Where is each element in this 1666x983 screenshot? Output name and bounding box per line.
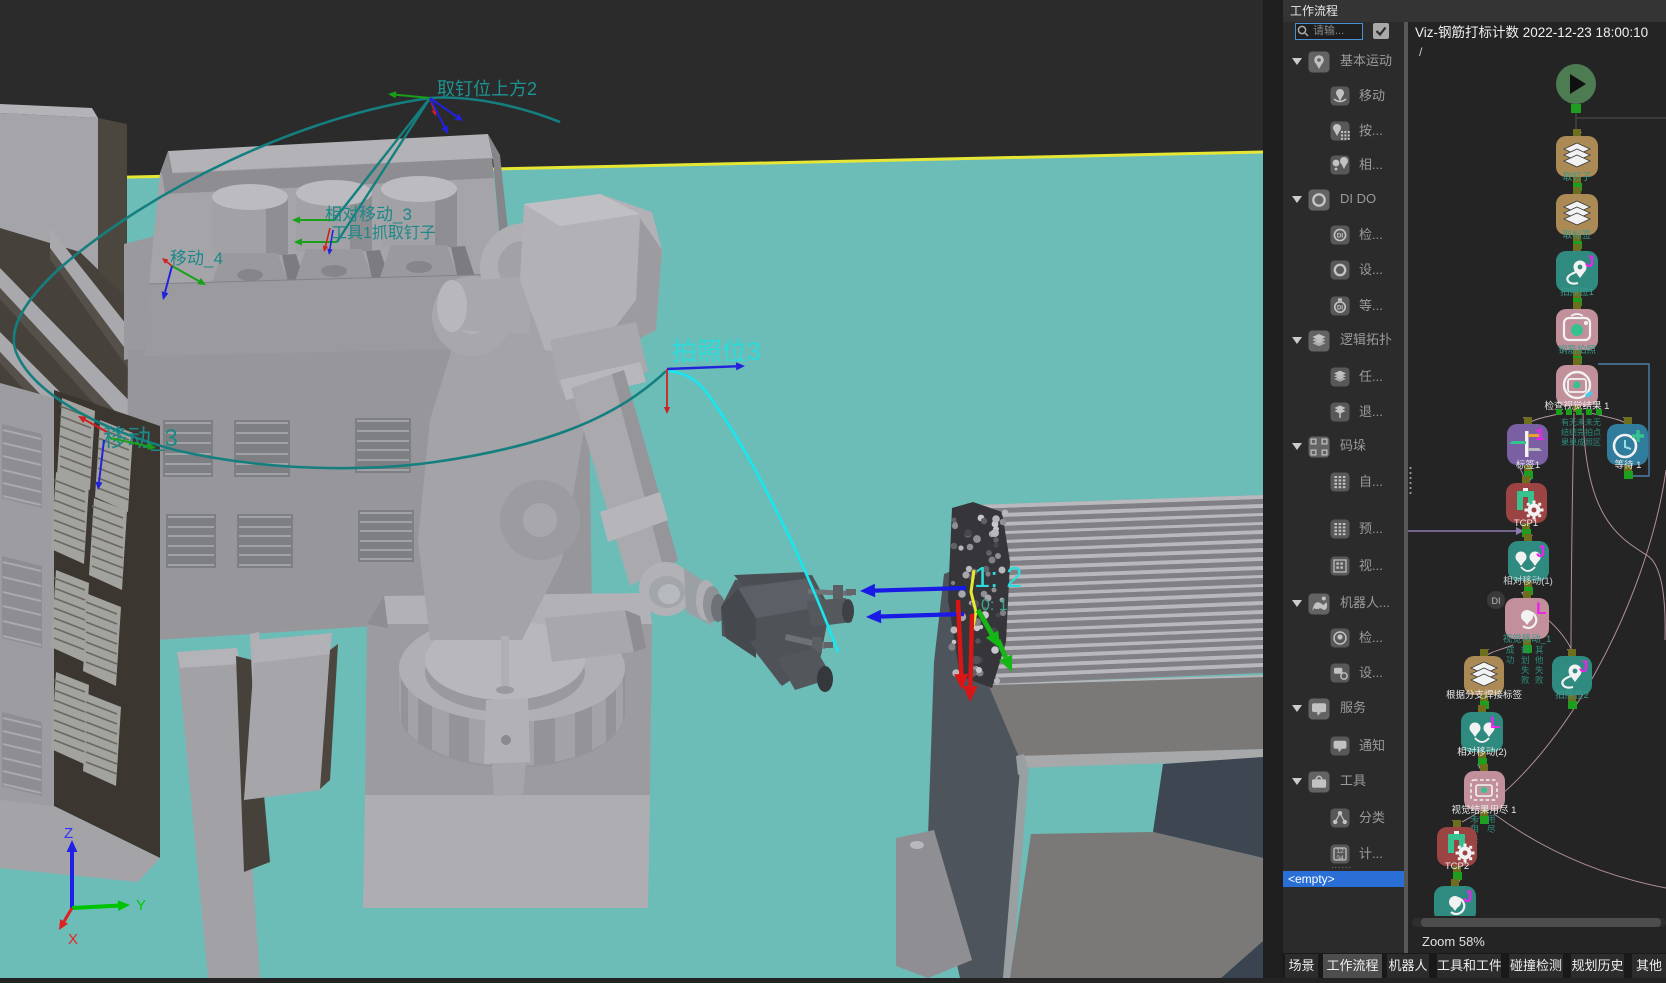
svg-text:取标签: 取标签 [1563, 229, 1592, 241]
svg-text:拍照位3: 拍照位3 [672, 338, 761, 366]
svg-text:等待 1: 等待 1 [1615, 459, 1642, 471]
svg-text:失: 失 [1535, 665, 1544, 675]
svg-text:规: 规 [1521, 645, 1530, 655]
svg-text:DI: DI [1337, 306, 1343, 312]
svg-text:失: 失 [1521, 665, 1530, 675]
svg-text:J: J [1463, 887, 1472, 906]
svg-text:标签1: 标签1 [1516, 459, 1540, 471]
svg-text:钢筋拍照: 钢筋拍照 [1558, 344, 1597, 356]
svg-text:拍照位1: 拍照位1 [1560, 286, 1594, 298]
svg-text:相对移动(2): 相对移动(2) [1457, 746, 1507, 758]
svg-text:相对移动(1): 相对移动(1) [1503, 575, 1553, 587]
svg-text:败: 败 [1521, 675, 1530, 685]
svg-text:L: L [1536, 599, 1546, 618]
svg-text:视觉结果用尽 1: 视觉结果用尽 1 [1452, 804, 1517, 816]
svg-text:/: / [1419, 45, 1423, 59]
svg-text:1: 1 [1535, 425, 1544, 444]
svg-text:12: 12 [1336, 848, 1344, 855]
svg-text:Y: Y [136, 897, 146, 914]
svg-text:尽: 尽 [1487, 824, 1496, 834]
svg-text:X: X [68, 931, 78, 948]
svg-text:DI: DI [1492, 596, 1501, 606]
svg-text:划: 划 [1521, 655, 1530, 665]
svg-text:J: J [1585, 252, 1594, 271]
svg-text:未: 未 [1470, 814, 1479, 824]
svg-text:Z: Z [64, 825, 73, 842]
svg-text:Zoom 58%: Zoom 58% [1422, 934, 1485, 949]
svg-text:用: 用 [1487, 814, 1496, 824]
svg-text:TCP2: TCP2 [1445, 861, 1469, 872]
svg-text:其: 其 [1535, 645, 1544, 655]
svg-text:成: 成 [1506, 645, 1515, 655]
svg-text:他: 他 [1535, 655, 1544, 665]
svg-text:Viz-钢筋打标计数 2022-12-23 18:00:10: Viz-钢筋打标计数 2022-12-23 18:00:10 [1415, 24, 1648, 40]
svg-text:取钉位上方2: 取钉位上方2 [437, 79, 537, 99]
svg-text:有无未未无: 有无未未无 [1561, 417, 1601, 427]
svg-text:J: J [1536, 542, 1545, 561]
svg-text:相对移动_3: 相对移动_3 [325, 205, 412, 224]
svg-text:移动_4: 移动_4 [170, 249, 223, 268]
svg-text:果果成照区: 果果成照区 [1561, 437, 1601, 447]
svg-text:根据分支焊接标签: 根据分支焊接标签 [1446, 689, 1523, 701]
svg-text:L: L [1490, 713, 1500, 732]
svg-text:败: 败 [1535, 675, 1544, 685]
svg-text:功: 功 [1506, 655, 1515, 665]
svg-text:拍照位2: 拍照位2 [1555, 689, 1589, 701]
svg-text:J: J [1579, 657, 1588, 676]
svg-text:TCP1: TCP1 [1514, 518, 1538, 529]
svg-text:DI: DI [1337, 233, 1344, 240]
svg-text:视觉移动_1: 视觉移动_1 [1503, 633, 1552, 645]
svg-text:结结完拍点: 结结完拍点 [1561, 427, 1601, 437]
svg-text:工具1抓取钉子: 工具1抓取钉子 [331, 224, 436, 242]
svg-text:1: 2: 1: 2 [974, 562, 1022, 594]
svg-text:0: 1: 0: 1 [981, 597, 1008, 614]
svg-text:取钉子: 取钉子 [1563, 172, 1592, 183]
